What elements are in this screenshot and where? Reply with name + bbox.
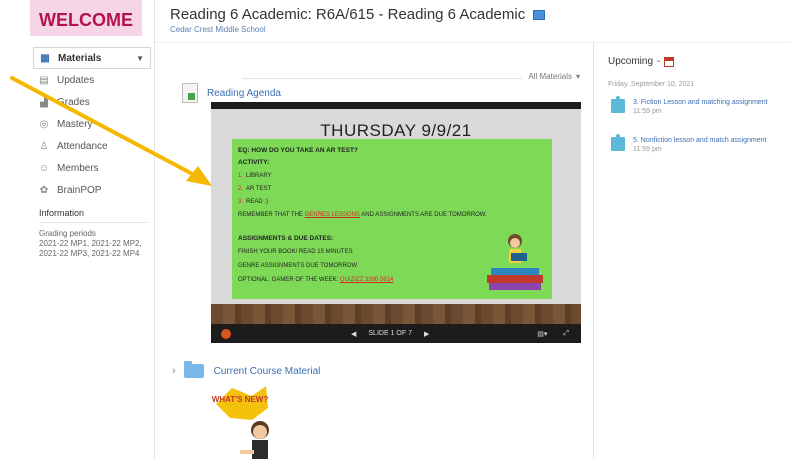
slide-nav: ◀ SLIDE 1 OF 7 ▶: [351, 330, 429, 338]
brainpop-icon: ✿: [39, 184, 49, 196]
slide-counter: SLIDE 1 OF 7: [368, 330, 412, 337]
slide-assign-1: FINISH YOUR BOOK/ READ 15 MINUTES: [238, 249, 353, 255]
menu-item-attendance[interactable]: ♙ Attendance: [33, 135, 151, 157]
menu-item-label: Materials: [58, 52, 102, 64]
upcoming-item[interactable]: 5. Nonfiction lesson and match assignmen…: [611, 134, 766, 153]
grading-periods-value: 2021-22 MP1, 2021-22 MP2, 2021-22 MP3, 2…: [39, 239, 142, 258]
chevron-right-icon[interactable]: ›: [172, 365, 176, 377]
reading-girl-illustration: [487, 234, 543, 290]
slide-optional: OPTIONAL: GAMER OF THE WEEK: QUIZIZZ 339…: [238, 277, 394, 283]
slide-reminder: REMEMBER THAT THE GENRES LESSONS AND ASS…: [238, 212, 487, 218]
information-heading: Information: [39, 208, 147, 223]
menu-item-label: Grades: [57, 96, 90, 108]
calendar-icon[interactable]: [664, 56, 675, 67]
welcome-logo-text: WELCOME: [39, 10, 133, 30]
course-info-icon[interactable]: [533, 10, 546, 21]
upcoming-title: Upcoming: [608, 56, 654, 67]
slide-activity-1: 1. LIBRARY: [238, 173, 272, 179]
slide-tools: ▤▾ ⤢: [537, 330, 569, 338]
all-materials-label: All Materials: [528, 72, 572, 81]
all-materials-filter[interactable]: All Materials ▾: [242, 72, 580, 81]
divider-line: [242, 78, 523, 79]
menu-item-brainpop[interactable]: ✿ BrainPOP: [33, 179, 151, 201]
document-icon: [182, 83, 198, 103]
menu-item-label: Updates: [57, 74, 95, 86]
course-title: Reading 6 Academic: R6A/615 - Reading 6 …: [170, 6, 546, 23]
upcoming-panel: Upcoming - Friday, September 10, 2021 3.…: [593, 43, 790, 459]
slide-menu-icon[interactable]: ▤▾: [537, 330, 547, 338]
menu-item-label: BrainPOP: [57, 184, 102, 196]
folder-icon: [183, 361, 204, 378]
updates-icon: ▤: [39, 74, 49, 86]
menu-item-grades[interactable]: ▟ Grades: [33, 91, 151, 113]
menu-item-materials[interactable]: ▦ Materials ▼: [33, 47, 151, 69]
course-menu: ▦ Materials ▼ ▤ Updates ▟ Grades ◎ Maste…: [33, 47, 151, 201]
slide-content: THURSDAY 9/9/21 EQ: HOW DO YOU TAKE AN A…: [211, 109, 581, 324]
office-icon[interactable]: [221, 328, 231, 339]
upcoming-date: Friday, September 10, 2021: [608, 81, 695, 88]
grades-icon: ▟: [40, 96, 48, 108]
prev-slide-icon[interactable]: ◀: [351, 330, 356, 338]
chevron-down-icon: ▾: [575, 72, 580, 81]
upcoming-heading: Upcoming -: [608, 56, 675, 67]
slide-activity-label: ACTIVITY:: [238, 159, 270, 166]
mastery-icon: ◎: [39, 118, 49, 130]
welcome-logo: WELCOME: [30, 0, 142, 36]
grading-periods-label: Grading periods: [39, 229, 96, 238]
menu-item-label: Mastery: [57, 118, 93, 130]
slide-activity-2: 2. AR TEST: [238, 186, 272, 192]
upcoming-item[interactable]: 3. Fiction Lesson and matching assignmen…: [611, 96, 768, 115]
reading-agenda-link[interactable]: Reading Agenda: [207, 88, 281, 99]
upcoming-item-time: 11:59 pm: [633, 108, 662, 115]
whats-new-sticker: WHAT'S NEW?: [212, 386, 269, 459]
members-icon: ☺: [38, 162, 50, 174]
upcoming-item-title[interactable]: 5. Nonfiction lesson and match assignmen…: [633, 137, 766, 144]
slide-viewer[interactable]: THURSDAY 9/9/21 EQ: HOW DO YOU TAKE AN A…: [211, 102, 581, 343]
folder-current-course-material: › Current Course Material: [172, 361, 321, 378]
upcoming-item-time: 11:59 pm: [633, 146, 662, 153]
course-title-text: Reading 6 Academic: R6A/615 - Reading 6 …: [170, 6, 526, 23]
materials-main: All Materials ▾ Reading Agenda THURSDAY …: [170, 50, 590, 459]
menu-item-label: Members: [57, 162, 99, 174]
menu-item-mastery[interactable]: ◎ Mastery: [33, 113, 151, 135]
upcoming-item-title[interactable]: 3. Fiction Lesson and matching assignmen…: [633, 99, 768, 106]
slide-title: THURSDAY 9/9/21: [320, 121, 472, 140]
grading-periods: Grading periods 2021-22 MP1, 2021-22 MP2…: [39, 229, 151, 259]
menu-item-label: Attendance: [57, 140, 108, 152]
materials-icon: ▦: [40, 52, 50, 64]
slide-question: EQ: HOW DO YOU TAKE AN AR TEST?: [238, 147, 358, 154]
menu-item-members[interactable]: ☺ Members: [33, 157, 151, 179]
menu-item-updates[interactable]: ▤ Updates: [33, 69, 151, 91]
next-slide-icon[interactable]: ▶: [424, 330, 429, 338]
attendance-icon: ♙: [39, 140, 49, 152]
slide-controls: ◀ SLIDE 1 OF 7 ▶ ▤▾ ⤢: [211, 324, 581, 343]
left-sidebar: WELCOME ▦ Materials ▼ ▤ Updates ▟ Grades…: [0, 0, 155, 459]
slide-activity-3: 3. READ :): [238, 199, 269, 205]
material-item-reading-agenda: Reading Agenda: [182, 83, 281, 103]
fullscreen-icon[interactable]: ⤢: [563, 330, 569, 338]
assignment-icon: [611, 134, 625, 151]
current-course-material-link[interactable]: Current Course Material: [214, 366, 321, 377]
slide-assign-2: GENRE ASSIGNMENTS DUE TOMORROW: [238, 263, 358, 269]
slide-assign-label: ASSIGNMENTS & DUE DATES:: [238, 235, 334, 242]
chevron-down-icon: ▼: [136, 53, 144, 63]
school-link[interactable]: Cedar Crest Middle School: [170, 25, 266, 34]
genres-lessons-link[interactable]: GENRES LESSONS: [305, 212, 360, 218]
slide-wood-floor: [211, 304, 581, 324]
assignment-icon: [611, 96, 625, 113]
whats-new-text: WHAT'S NEW?: [212, 395, 268, 404]
quizizz-link[interactable]: QUIZIZZ 3390 5814: [340, 277, 393, 283]
